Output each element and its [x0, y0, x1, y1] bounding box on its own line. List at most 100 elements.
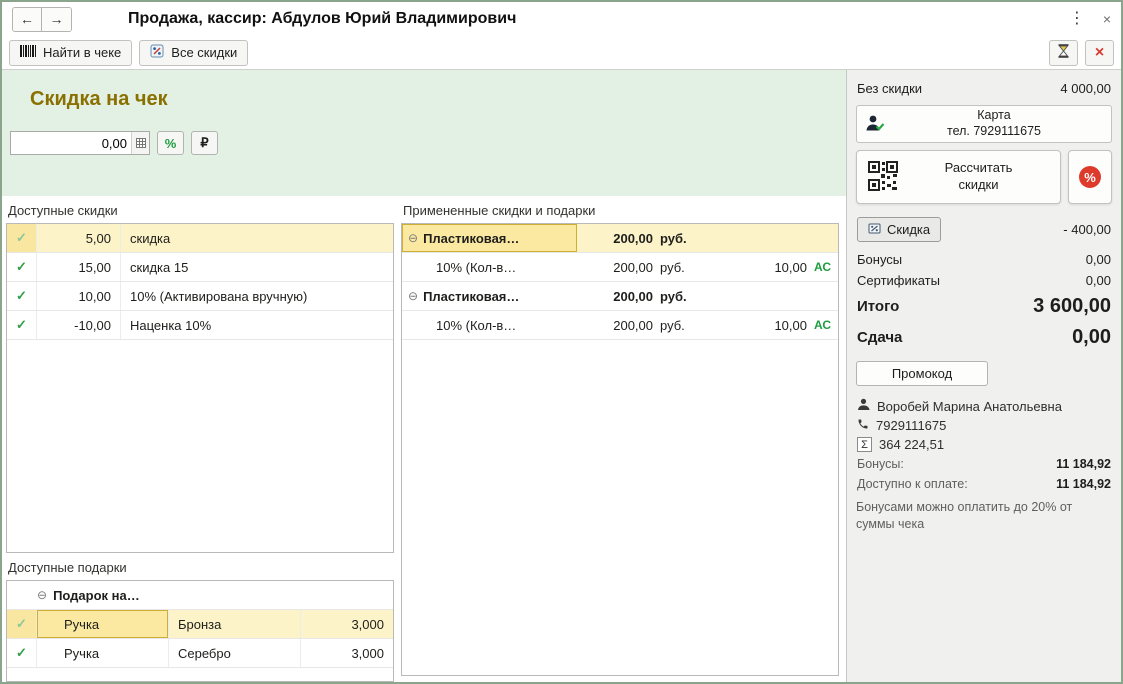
all-discounts-button[interactable]: Все скидки — [139, 39, 249, 66]
applied-marker-cell[interactable]: АС — [807, 253, 838, 281]
applied-marker-cell[interactable] — [807, 224, 838, 252]
discount-check-cell[interactable]: ✓ — [7, 253, 37, 281]
discount-name-cell[interactable]: 10% (Активирована вручную) — [121, 282, 393, 310]
collapse-icon[interactable]: ⊖ — [408, 231, 418, 245]
discount-check-cell[interactable]: ✓ — [7, 282, 37, 310]
percent-mode-button[interactable]: % — [157, 131, 184, 155]
collapse-icon[interactable]: ⊖ — [408, 289, 418, 303]
manual-discount-button[interactable]: % — [1068, 150, 1112, 204]
available-gifts-table: ⊖ Подарок на… ✓ Ручка Бронза 3,000 ✓ Руч… — [6, 580, 394, 682]
applied-name-label: Пластиковая… — [423, 230, 520, 246]
gift-qty-cell[interactable]: 3,000 — [301, 610, 393, 638]
discounts-list-icon — [150, 44, 164, 61]
bonus-balance-label: Бонусы: — [857, 457, 904, 471]
hourglass-icon — [1057, 44, 1070, 61]
applied-name-cell[interactable]: 10% (Кол-в… — [402, 311, 577, 339]
main-content: Скидка на чек % ₽ Доступные скидки — [2, 70, 1121, 682]
discount-button[interactable]: Скидка — [857, 217, 942, 242]
find-in-receipt-button[interactable]: Найти в чеке — [9, 39, 133, 66]
left-area: Скидка на чек % ₽ Доступные скидки — [2, 70, 847, 682]
discount-tag-icon — [868, 222, 881, 238]
gift-variant-cell[interactable]: Бронза — [169, 610, 301, 638]
applied-name-cell[interactable]: ⊖ Пластиковая… — [402, 282, 577, 310]
gift-check-cell[interactable]: ✓ — [7, 639, 37, 667]
page-title: Продажа, кассир: Абдулов Юрий Владимиров… — [128, 10, 517, 27]
calculate-discounts-button[interactable]: Рассчитать скидки — [856, 150, 1061, 204]
cancel-receipt-button[interactable]: × — [1085, 39, 1114, 66]
discount-row[interactable]: ✓ -10,00 Наценка 10% — [7, 311, 393, 340]
applied-group-row[interactable]: ⊖ Пластиковая… 200,00 руб. — [402, 224, 838, 253]
check-icon: ✓ — [16, 230, 27, 245]
promo-code-button[interactable]: Промокод — [856, 361, 988, 386]
discount-name-cell[interactable]: Наценка 10% — [121, 311, 393, 339]
discount-name-cell[interactable]: скидка 15 — [121, 253, 393, 281]
card-button[interactable]: Карта тел. 7929111675 — [856, 105, 1112, 143]
applied-currency-cell[interactable]: руб. — [653, 282, 711, 310]
check-icon: ✓ — [16, 645, 27, 660]
applied-marker-cell[interactable] — [807, 282, 838, 310]
discount-check-cell[interactable]: ✓ — [7, 311, 37, 339]
discount-value-cell[interactable]: 15,00 — [37, 253, 121, 281]
discount-row[interactable]: ✓ 5,00 скидка — [7, 224, 393, 253]
applied-marker-cell[interactable]: АС — [807, 311, 838, 339]
sigma-icon: Σ — [857, 437, 872, 452]
discount-value-cell[interactable]: -10,00 — [37, 311, 121, 339]
gift-variant-cell[interactable]: Серебро — [169, 639, 301, 667]
applied-group-row[interactable]: ⊖ Пластиковая… 200,00 руб. — [402, 282, 838, 311]
back-button[interactable]: ← — [13, 7, 42, 31]
applied-amount-cell[interactable]: 200,00 — [577, 311, 653, 339]
applied-child-row[interactable]: 10% (Кол-в… 200,00 руб. 10,00 АС — [402, 311, 838, 340]
gift-qty-cell[interactable]: 3,000 — [301, 639, 393, 667]
applied-currency-cell[interactable]: руб. — [653, 311, 711, 339]
gift-name-cell[interactable]: Ручка — [37, 610, 169, 638]
gift-group-row[interactable]: ⊖ Подарок на… — [7, 581, 393, 610]
nav-button-group: ← → — [12, 6, 72, 32]
discount-row[interactable]: ✓ 10,00 10% (Активирована вручную) — [7, 282, 393, 311]
discount-amount-row: % ₽ — [10, 131, 846, 155]
applied-name-cell[interactable]: ⊖ Пластиковая… — [402, 224, 577, 252]
collapse-icon[interactable]: ⊖ — [37, 588, 47, 602]
bonuses-label: Бонусы — [857, 252, 903, 267]
discount-value-cell[interactable]: 10,00 — [37, 282, 121, 310]
discount-name-cell[interactable]: скидка — [121, 224, 393, 252]
check-icon: ✓ — [16, 616, 27, 631]
applied-child-row[interactable]: 10% (Кол-в… 200,00 руб. 10,00 АС — [402, 253, 838, 282]
applied-amount-cell[interactable]: 200,00 — [577, 253, 653, 281]
applied-currency-cell[interactable]: руб. — [653, 224, 711, 252]
pos-window: ← → Продажа, кассир: Абдулов Юрий Владим… — [0, 0, 1123, 684]
more-menu-icon[interactable]: ⋮ — [1069, 11, 1085, 27]
check-icon: ✓ — [16, 317, 27, 332]
window-close-icon[interactable]: × — [1103, 12, 1111, 26]
gift-row[interactable]: ✓ Ручка Бронза 3,000 — [7, 610, 393, 639]
discount-row[interactable]: ✓ 15,00 скидка 15 — [7, 253, 393, 282]
gift-name-cell[interactable]: Ручка — [37, 639, 169, 667]
applied-amount-cell[interactable]: 200,00 — [577, 282, 653, 310]
certificates-row: Сертификаты 0,00 — [856, 270, 1112, 291]
ruble-mode-button[interactable]: ₽ — [191, 131, 218, 155]
applied-qty-cell[interactable] — [711, 282, 807, 310]
gift-check-cell[interactable]: ✓ — [7, 610, 37, 638]
forward-button[interactable]: → — [42, 7, 71, 31]
percent-badge-icon: % — [1079, 166, 1101, 188]
applied-qty-cell[interactable] — [711, 224, 807, 252]
gift-row[interactable]: ✓ Ручка Серебро 3,000 — [7, 639, 393, 668]
certificates-value: 0,00 — [1085, 273, 1111, 288]
calculator-icon[interactable] — [131, 132, 149, 154]
applied-amount-cell[interactable]: 200,00 — [577, 224, 653, 252]
discount-check-cell[interactable]: ✓ — [7, 224, 37, 252]
applied-qty-cell[interactable]: 10,00 — [711, 311, 807, 339]
gift-group-cell[interactable]: ⊖ Подарок на… — [7, 581, 393, 609]
no-discount-label: Без скидки — [857, 81, 923, 96]
discount-amount-input[interactable] — [11, 135, 131, 151]
discount-value-cell[interactable]: 5,00 — [37, 224, 121, 252]
applied-currency-cell[interactable]: руб. — [653, 253, 711, 281]
applied-name-cell[interactable]: 10% (Кол-в… — [402, 253, 577, 281]
no-discount-row: Без скидки 4 000,00 — [856, 78, 1112, 99]
barcode-icon — [20, 45, 36, 60]
receipt-discount-panel: Скидка на чек % ₽ — [2, 70, 846, 196]
customer-total: 364 224,51 — [879, 437, 945, 452]
forward-arrow-icon: → — [49, 11, 64, 27]
applied-qty-cell[interactable]: 10,00 — [711, 253, 807, 281]
available-pay-row: Доступно к оплате: 11 184,92 — [856, 474, 1112, 494]
postpone-receipt-button[interactable] — [1049, 39, 1078, 66]
